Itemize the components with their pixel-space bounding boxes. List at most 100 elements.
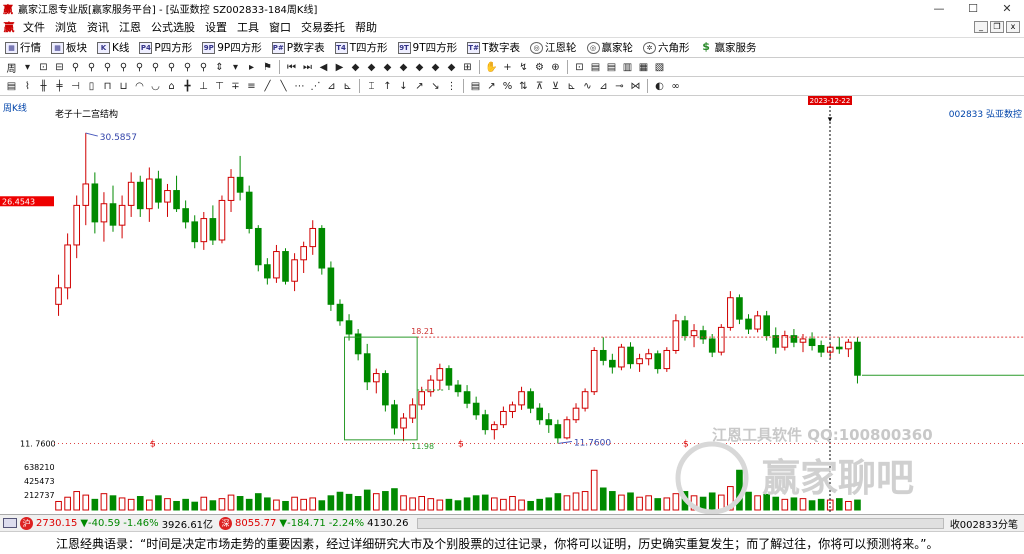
tool-icon[interactable]: ◆: [348, 60, 363, 75]
tool-icon[interactable]: ∞: [668, 79, 683, 94]
tool-icon[interactable]: ⊣: [68, 79, 83, 94]
menu-gann[interactable]: 江恩: [114, 19, 146, 35]
tool-icon[interactable]: ⌶: [364, 79, 379, 94]
tool-icon[interactable]: ◀: [316, 60, 331, 75]
tool-icon[interactable]: ⚲: [100, 60, 115, 75]
menu-tools[interactable]: 工具: [232, 19, 264, 35]
tool-icon[interactable]: ◆: [380, 60, 395, 75]
tool-icon[interactable]: ⊞: [460, 60, 475, 75]
tool-icon[interactable]: ⊕: [548, 60, 563, 75]
tool-icon[interactable]: ▤: [4, 79, 19, 94]
toolbar-button-4[interactable]: 9P 9P四方形: [197, 40, 267, 55]
sh-index[interactable]: 沪 2730.15 ▼-40.59 -1.46% 3926.61亿: [0, 516, 216, 531]
kline-chart[interactable]: 01-2904-0906-1808-2711-0501-1404-0106-10…: [0, 96, 1024, 532]
tool-icon[interactable]: ⊿: [596, 79, 611, 94]
tool-icon[interactable]: ⚲: [68, 60, 83, 75]
toolbar-button-2[interactable]: K K线: [92, 40, 134, 55]
tool-icon[interactable]: ✋: [484, 60, 499, 75]
tool-icon[interactable]: ⚲: [84, 60, 99, 75]
tool-icon[interactable]: ╲: [276, 79, 291, 94]
tool-icon[interactable]: ∓: [228, 79, 243, 94]
tool-icon[interactable]: %: [500, 79, 515, 94]
sz-index[interactable]: 深 8055.77 ▼-184.71 -2.24% 4130.26: [216, 516, 411, 530]
tool-icon[interactable]: ◆: [396, 60, 411, 75]
tool-icon[interactable]: ▾: [20, 60, 35, 75]
toolbar-button-0[interactable]: ▦ 行情: [0, 40, 46, 55]
tool-icon[interactable]: ▯: [84, 79, 99, 94]
tool-icon[interactable]: ⋮: [444, 79, 459, 94]
toolbar-button-12[interactable]: $ 赢家服务: [695, 40, 762, 55]
tool-icon[interactable]: ⚙: [532, 60, 547, 75]
mdi-minimize-button[interactable]: _: [974, 20, 988, 33]
tool-icon[interactable]: ∿: [580, 79, 595, 94]
tool-icon[interactable]: ▾: [228, 60, 243, 75]
tool-icon[interactable]: ◆: [364, 60, 379, 75]
mdi-restore-button[interactable]: ❐: [990, 20, 1004, 33]
tool-icon[interactable]: ▦: [636, 60, 651, 75]
menu-news[interactable]: 资讯: [82, 19, 114, 35]
tool-icon[interactable]: ⇕: [212, 60, 227, 75]
tool-icon[interactable]: ⇅: [516, 79, 531, 94]
tick-detail-label[interactable]: 收002833分笔: [950, 516, 1024, 531]
tool-icon[interactable]: ⊼: [532, 79, 547, 94]
tool-icon[interactable]: ⊸: [612, 79, 627, 94]
tool-icon[interactable]: ▶: [332, 60, 347, 75]
tool-icon[interactable]: ⊻: [548, 79, 563, 94]
tool-icon[interactable]: ⚲: [180, 60, 195, 75]
tool-icon[interactable]: ▧: [652, 60, 667, 75]
tool-icon[interactable]: ⚲: [148, 60, 163, 75]
tool-icon[interactable]: ⋈: [628, 79, 643, 94]
tool-icon[interactable]: ╋: [180, 79, 195, 94]
tool-icon[interactable]: +: [500, 60, 515, 75]
tool-icon[interactable]: ⚲: [132, 60, 147, 75]
maximize-button[interactable]: ☐: [956, 2, 990, 15]
menu-trade[interactable]: 交易委托: [296, 19, 350, 35]
tool-icon[interactable]: ⋰: [308, 79, 323, 94]
menu-help[interactable]: 帮助: [350, 19, 382, 35]
tool-icon[interactable]: ⊿: [324, 79, 339, 94]
tool-icon[interactable]: ╪: [52, 79, 67, 94]
tool-icon[interactable]: ⌂: [164, 79, 179, 94]
tool-icon[interactable]: ⚲: [164, 60, 179, 75]
tool-icon[interactable]: ▸: [244, 60, 259, 75]
toolbar-button-10[interactable]: ◎ 赢家轮: [582, 40, 639, 55]
mdi-close-button[interactable]: x: [1006, 20, 1020, 33]
tool-icon[interactable]: ⊡: [572, 60, 587, 75]
toolbar-button-8[interactable]: T# T数字表: [462, 40, 525, 55]
tool-icon[interactable]: ▤: [604, 60, 619, 75]
tool-icon[interactable]: ↗: [484, 79, 499, 94]
toolbar-button-6[interactable]: T4 T四方形: [330, 40, 393, 55]
tool-icon[interactable]: ↗: [412, 79, 427, 94]
tool-icon[interactable]: ◐: [652, 79, 667, 94]
tool-icon[interactable]: ▥: [620, 60, 635, 75]
kline-chart-panel[interactable]: 01-2904-0906-1808-2711-0501-1404-0106-10…: [0, 96, 1024, 532]
close-button[interactable]: ✕: [990, 2, 1024, 15]
tool-icon[interactable]: ⏭: [300, 60, 315, 75]
tool-icon[interactable]: ⋯: [292, 79, 307, 94]
tool-icon[interactable]: ⊟: [52, 60, 67, 75]
tool-icon[interactable]: ≡: [244, 79, 259, 94]
tool-icon[interactable]: ◆: [444, 60, 459, 75]
tool-icon[interactable]: 周: [4, 60, 19, 75]
tool-icon[interactable]: ╱: [260, 79, 275, 94]
minimize-button[interactable]: —: [922, 2, 956, 15]
toolbar-button-11[interactable]: ✲ 六角形: [638, 40, 695, 55]
menu-formula-screen[interactable]: 公式选股: [146, 19, 200, 35]
tool-icon[interactable]: ⚲: [116, 60, 131, 75]
toolbar-button-7[interactable]: 9T 9T四方形: [393, 40, 463, 55]
toolbar-button-3[interactable]: P4 P四方形: [134, 40, 197, 55]
tool-icon[interactable]: ↘: [428, 79, 443, 94]
tool-icon[interactable]: ◆: [428, 60, 443, 75]
tool-icon[interactable]: ⊓: [100, 79, 115, 94]
tool-icon[interactable]: ↯: [516, 60, 531, 75]
tool-icon[interactable]: ⊾: [564, 79, 579, 94]
tool-icon[interactable]: ↓: [396, 79, 411, 94]
menu-browse[interactable]: 浏览: [50, 19, 82, 35]
tool-icon[interactable]: ╫: [36, 79, 51, 94]
tool-icon[interactable]: ⏮: [284, 60, 299, 75]
tool-icon[interactable]: ⊡: [36, 60, 51, 75]
tool-icon[interactable]: ⚲: [196, 60, 211, 75]
tool-icon[interactable]: ◠: [132, 79, 147, 94]
menu-settings[interactable]: 设置: [200, 19, 232, 35]
tool-icon[interactable]: ↑: [380, 79, 395, 94]
